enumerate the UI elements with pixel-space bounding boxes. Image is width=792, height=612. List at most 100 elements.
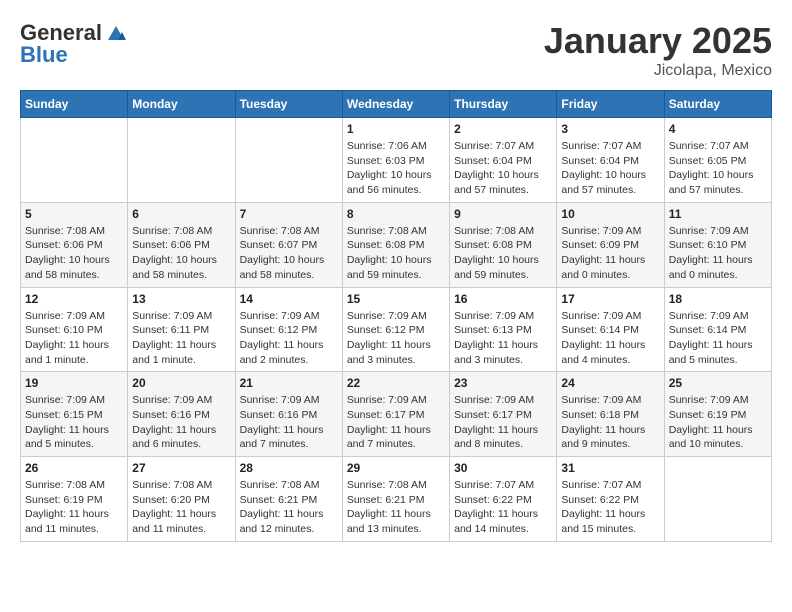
day-number: 28: [240, 461, 338, 475]
day-number: 29: [347, 461, 445, 475]
calendar-cell: 16 Sunrise: 7:09 AM Sunset: 6:13 PM Dayli…: [450, 287, 557, 372]
day-info: Sunrise: 7:09 AM Sunset: 6:10 PM Dayligh…: [669, 224, 767, 283]
calendar-cell: 25Sunrise: 7:09 AM Sunset: 6:19 PM Dayli…: [664, 372, 771, 457]
day-info: Sunrise: 7:09 AM Sunset: 6:09 PM Dayligh…: [561, 224, 659, 283]
location: Jicolapa, Mexico: [544, 62, 772, 80]
page-header: General Blue January 2025 Jicolapa, Mexi…: [20, 20, 772, 80]
day-number: 12: [25, 292, 123, 306]
day-number: 10: [561, 207, 659, 221]
calendar-cell: 14 Sunrise: 7:09 AM Sunset: 6:12 PM Dayli…: [235, 287, 342, 372]
calendar-cell: 3Sunrise: 7:07 AM Sunset: 6:04 PM Daylig…: [557, 118, 664, 203]
day-number: 8: [347, 207, 445, 221]
calendar-cell: [235, 118, 342, 203]
calendar-cell: 17Sunrise: 7:09 AM Sunset: 6:14 PM Dayli…: [557, 287, 664, 372]
day-info: Sunrise: 7:09 AM Sunset: 6:10 PM Dayligh…: [25, 309, 123, 368]
calendar-cell: 20 Sunrise: 7:09 AM Sunset: 6:16 PM Dayli…: [128, 372, 235, 457]
day-info: Sunrise: 7:07 AM Sunset: 6:05 PM Dayligh…: [669, 139, 767, 198]
calendar-cell: 19 Sunrise: 7:09 AM Sunset: 6:15 PM Dayli…: [21, 372, 128, 457]
calendar-week-row: 12 Sunrise: 7:09 AM Sunset: 6:10 PM Dayli…: [21, 287, 772, 372]
day-of-week-header: Saturday: [664, 91, 771, 118]
day-info: Sunrise: 7:08 AM Sunset: 6:20 PM Dayligh…: [132, 478, 230, 537]
day-number: 7: [240, 207, 338, 221]
day-number: 23: [454, 376, 552, 390]
day-info: Sunrise: 7:08 AM Sunset: 6:21 PM Dayligh…: [347, 478, 445, 537]
day-number: 14: [240, 292, 338, 306]
day-info: Sunrise: 7:09 AM Sunset: 6:16 PM Dayligh…: [240, 393, 338, 452]
calendar-cell: 30 Sunrise: 7:07 AM Sunset: 6:22 PM Dayli…: [450, 457, 557, 542]
day-info: Sunrise: 7:06 AM Sunset: 6:03 PM Dayligh…: [347, 139, 445, 198]
day-info: Sunrise: 7:09 AM Sunset: 6:13 PM Dayligh…: [454, 309, 552, 368]
day-number: 31: [561, 461, 659, 475]
calendar-week-row: 5 Sunrise: 7:08 AM Sunset: 6:06 PM Daylig…: [21, 202, 772, 287]
day-number: 24: [561, 376, 659, 390]
logo-text: General Blue: [20, 20, 128, 68]
day-info: Sunrise: 7:07 AM Sunset: 6:04 PM Dayligh…: [454, 139, 552, 198]
day-info: Sunrise: 7:09 AM Sunset: 6:12 PM Dayligh…: [240, 309, 338, 368]
day-info: Sunrise: 7:07 AM Sunset: 6:22 PM Dayligh…: [561, 478, 659, 537]
calendar-week-row: 1Sunrise: 7:06 AM Sunset: 6:03 PM Daylig…: [21, 118, 772, 203]
calendar-cell: 23 Sunrise: 7:09 AM Sunset: 6:17 PM Dayli…: [450, 372, 557, 457]
calendar-cell: 18 Sunrise: 7:09 AM Sunset: 6:14 PM Dayli…: [664, 287, 771, 372]
calendar-cell: 9 Sunrise: 7:08 AM Sunset: 6:08 PM Daylig…: [450, 202, 557, 287]
day-number: 16: [454, 292, 552, 306]
day-info: Sunrise: 7:08 AM Sunset: 6:08 PM Dayligh…: [454, 224, 552, 283]
day-number: 19: [25, 376, 123, 390]
day-info: Sunrise: 7:08 AM Sunset: 6:06 PM Dayligh…: [25, 224, 123, 283]
calendar-week-row: 26Sunrise: 7:08 AM Sunset: 6:19 PM Dayli…: [21, 457, 772, 542]
day-info: Sunrise: 7:08 AM Sunset: 6:07 PM Dayligh…: [240, 224, 338, 283]
calendar-header-row: SundayMondayTuesdayWednesdayThursdayFrid…: [21, 91, 772, 118]
day-info: Sunrise: 7:09 AM Sunset: 6:17 PM Dayligh…: [347, 393, 445, 452]
day-number: 13: [132, 292, 230, 306]
day-info: Sunrise: 7:08 AM Sunset: 6:08 PM Dayligh…: [347, 224, 445, 283]
day-of-week-header: Tuesday: [235, 91, 342, 118]
calendar-cell: 15Sunrise: 7:09 AM Sunset: 6:12 PM Dayli…: [342, 287, 449, 372]
day-number: 15: [347, 292, 445, 306]
day-number: 18: [669, 292, 767, 306]
calendar-cell: 24Sunrise: 7:09 AM Sunset: 6:18 PM Dayli…: [557, 372, 664, 457]
day-number: 6: [132, 207, 230, 221]
day-of-week-header: Thursday: [450, 91, 557, 118]
calendar-cell: 29 Sunrise: 7:08 AM Sunset: 6:21 PM Dayli…: [342, 457, 449, 542]
calendar-week-row: 19 Sunrise: 7:09 AM Sunset: 6:15 PM Dayli…: [21, 372, 772, 457]
day-info: Sunrise: 7:09 AM Sunset: 6:14 PM Dayligh…: [669, 309, 767, 368]
calendar-cell: 1Sunrise: 7:06 AM Sunset: 6:03 PM Daylig…: [342, 118, 449, 203]
day-number: 11: [669, 207, 767, 221]
day-of-week-header: Wednesday: [342, 91, 449, 118]
day-number: 20: [132, 376, 230, 390]
calendar-cell: 5 Sunrise: 7:08 AM Sunset: 6:06 PM Daylig…: [21, 202, 128, 287]
calendar-cell: 21 Sunrise: 7:09 AM Sunset: 6:16 PM Dayli…: [235, 372, 342, 457]
day-info: Sunrise: 7:08 AM Sunset: 6:21 PM Dayligh…: [240, 478, 338, 537]
calendar-cell: 12 Sunrise: 7:09 AM Sunset: 6:10 PM Dayli…: [21, 287, 128, 372]
calendar-cell: 7 Sunrise: 7:08 AM Sunset: 6:07 PM Daylig…: [235, 202, 342, 287]
month-title: January 2025: [544, 20, 772, 62]
calendar-cell: 4Sunrise: 7:07 AM Sunset: 6:05 PM Daylig…: [664, 118, 771, 203]
day-info: Sunrise: 7:09 AM Sunset: 6:19 PM Dayligh…: [669, 393, 767, 452]
day-of-week-header: Friday: [557, 91, 664, 118]
day-number: 30: [454, 461, 552, 475]
day-info: Sunrise: 7:09 AM Sunset: 6:16 PM Dayligh…: [132, 393, 230, 452]
day-number: 17: [561, 292, 659, 306]
calendar-cell: [21, 118, 128, 203]
day-of-week-header: Sunday: [21, 91, 128, 118]
day-number: 9: [454, 207, 552, 221]
calendar-cell: 22Sunrise: 7:09 AM Sunset: 6:17 PM Dayli…: [342, 372, 449, 457]
day-number: 21: [240, 376, 338, 390]
day-info: Sunrise: 7:07 AM Sunset: 6:22 PM Dayligh…: [454, 478, 552, 537]
logo: General Blue: [20, 20, 128, 68]
calendar-cell: [664, 457, 771, 542]
day-number: 2: [454, 122, 552, 136]
day-info: Sunrise: 7:09 AM Sunset: 6:17 PM Dayligh…: [454, 393, 552, 452]
title-block: January 2025 Jicolapa, Mexico: [544, 20, 772, 80]
day-info: Sunrise: 7:09 AM Sunset: 6:15 PM Dayligh…: [25, 393, 123, 452]
day-number: 3: [561, 122, 659, 136]
day-number: 27: [132, 461, 230, 475]
calendar-cell: 26Sunrise: 7:08 AM Sunset: 6:19 PM Dayli…: [21, 457, 128, 542]
day-info: Sunrise: 7:08 AM Sunset: 6:06 PM Dayligh…: [132, 224, 230, 283]
calendar-cell: 13Sunrise: 7:09 AM Sunset: 6:11 PM Dayli…: [128, 287, 235, 372]
day-number: 5: [25, 207, 123, 221]
calendar-cell: 10 Sunrise: 7:09 AM Sunset: 6:09 PM Dayli…: [557, 202, 664, 287]
calendar-table: SundayMondayTuesdayWednesdayThursdayFrid…: [20, 90, 772, 542]
calendar-cell: 8 Sunrise: 7:08 AM Sunset: 6:08 PM Daylig…: [342, 202, 449, 287]
calendar-cell: 27 Sunrise: 7:08 AM Sunset: 6:20 PM Dayli…: [128, 457, 235, 542]
logo-icon: [104, 22, 126, 44]
